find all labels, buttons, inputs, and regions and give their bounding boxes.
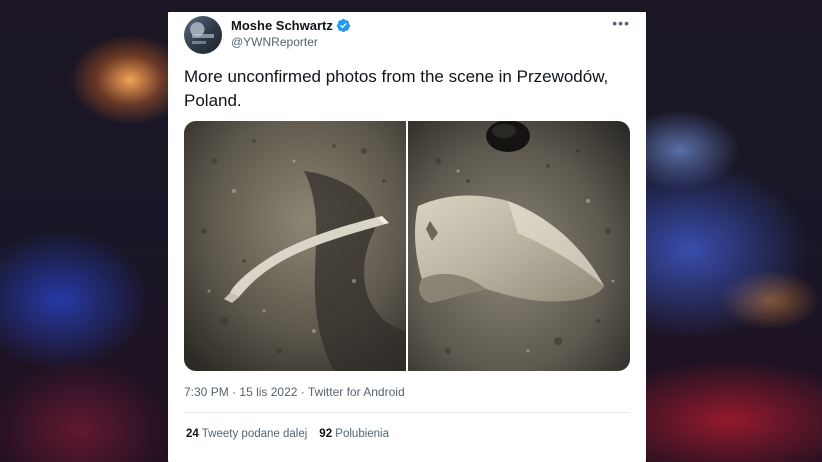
debris-fragment-image xyxy=(408,121,630,371)
retweets-stat[interactable]: 24 Tweety podane dalej xyxy=(186,428,307,440)
avatar-detail xyxy=(192,34,214,38)
likes-stat[interactable]: 92 Polubienia xyxy=(319,428,389,440)
retweets-label: Tweety podane dalej xyxy=(201,428,308,440)
likes-count: 92 xyxy=(319,428,333,440)
photo-grid xyxy=(184,121,630,371)
tweet-date[interactable]: 15 lis 2022 xyxy=(239,385,297,399)
tweet-meta: 7:30 PM · 15 lis 2022 · Twitter for Andr… xyxy=(184,385,405,399)
retweets-count: 24 xyxy=(186,428,199,440)
avatar[interactable] xyxy=(184,16,222,54)
tweet-text: More unconfirmed photos from the scene i… xyxy=(184,67,609,110)
photo-metal-debris-fragment[interactable] xyxy=(408,121,630,371)
tweet-card: Moshe Schwartz @YWNReporter ••• More unc… xyxy=(168,12,646,462)
divider xyxy=(184,412,630,413)
avatar-detail xyxy=(192,41,206,44)
tweet-time[interactable]: 7:30 PM xyxy=(184,385,229,399)
tweet-source[interactable]: Twitter for Android xyxy=(308,385,405,399)
photo-metal-debris-strip[interactable] xyxy=(184,121,406,371)
tweet-stats: 24 Tweety podane dalej 92 Polubienia xyxy=(186,428,389,440)
verified-badge-icon xyxy=(336,18,350,33)
meta-separator: · xyxy=(300,385,305,399)
likes-label: Polubienia xyxy=(335,428,390,440)
debris-strip-image xyxy=(184,121,406,371)
author-handle[interactable]: @YWNReporter xyxy=(231,35,318,49)
author-name[interactable]: Moshe Schwartz xyxy=(231,18,333,33)
meta-separator: · xyxy=(232,385,237,399)
author-row: Moshe Schwartz xyxy=(231,18,351,33)
more-dots-icon[interactable]: ••• xyxy=(612,15,630,31)
